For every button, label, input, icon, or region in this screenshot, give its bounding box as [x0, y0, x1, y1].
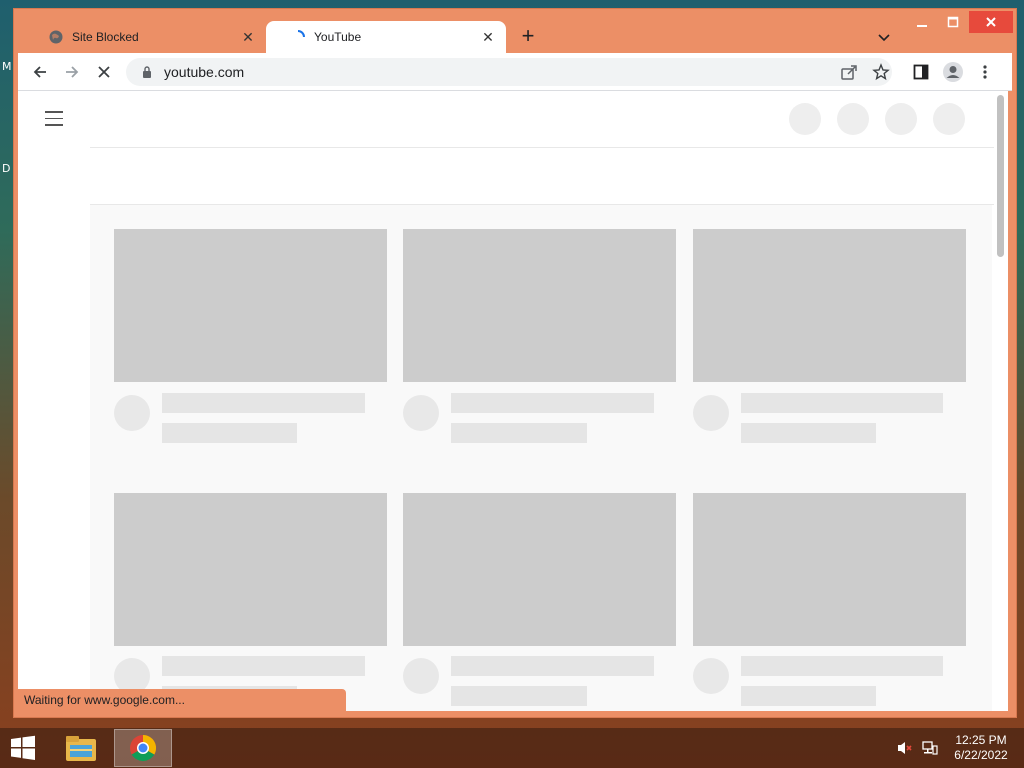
video-thumbnail-placeholder[interactable] — [403, 229, 676, 382]
arrow-left-icon — [33, 66, 46, 78]
title-placeholder — [162, 393, 365, 413]
arrow-right-icon — [66, 66, 79, 78]
channel-avatar-placeholder — [114, 395, 150, 431]
start-button[interactable] — [8, 735, 38, 761]
channel-avatar-placeholder — [693, 658, 729, 694]
maximize-button[interactable] — [938, 11, 968, 33]
share-button[interactable] — [837, 60, 861, 84]
globe-icon — [48, 29, 64, 45]
header-placeholder-circle — [885, 103, 917, 135]
more-vert-icon — [983, 65, 987, 79]
tab-search-chevron-icon[interactable] — [874, 27, 894, 47]
minimize-button[interactable] — [907, 11, 937, 33]
folder-icon — [66, 736, 96, 761]
meta-placeholder — [741, 423, 876, 443]
channel-avatar-placeholder — [403, 658, 439, 694]
new-tab-button[interactable]: + — [516, 25, 540, 49]
volume-muted-icon[interactable] — [896, 740, 914, 756]
stop-loading-button[interactable] — [92, 60, 116, 84]
status-bubble: Waiting for www.google.com... — [18, 689, 346, 711]
meta-placeholder — [451, 686, 587, 706]
taskbar-chrome[interactable] — [114, 729, 172, 767]
header-placeholder-circle — [789, 103, 821, 135]
header-placeholder-circle — [837, 103, 869, 135]
loading-spinner-icon — [290, 29, 306, 45]
url-text: youtube.com — [164, 64, 245, 80]
menu-kebab-button[interactable] — [973, 60, 997, 84]
video-thumbnail-placeholder[interactable] — [403, 493, 676, 646]
meta-placeholder — [741, 686, 876, 706]
close-window-button[interactable] — [969, 11, 1013, 33]
profile-button[interactable] — [941, 60, 965, 84]
video-thumbnail-placeholder[interactable] — [693, 229, 966, 382]
video-thumbnail-placeholder[interactable] — [114, 493, 387, 646]
hamburger-menu-icon[interactable] — [45, 111, 63, 126]
video-grid — [90, 205, 992, 711]
lock-icon — [140, 65, 154, 79]
title-placeholder — [741, 656, 943, 676]
page-content — [18, 91, 1008, 711]
stop-x-icon — [98, 66, 110, 78]
share-icon — [841, 65, 857, 80]
header-placeholder-circle — [933, 103, 965, 135]
chrome-icon — [130, 734, 157, 762]
title-placeholder — [451, 393, 654, 413]
desktop-label-fragment: M — [2, 60, 12, 73]
meta-placeholder — [451, 423, 587, 443]
taskbar: 12:25 PM 6/22/2022 — [0, 728, 1024, 768]
channel-avatar-placeholder — [693, 395, 729, 431]
header-divider — [90, 147, 1008, 148]
tab-title: Site Blocked — [72, 30, 139, 44]
side-panel-button[interactable] — [909, 60, 933, 84]
tab-title: YouTube — [314, 30, 362, 44]
back-button[interactable] — [28, 60, 52, 84]
video-thumbnail-placeholder[interactable] — [114, 229, 387, 382]
title-placeholder — [162, 656, 365, 676]
bookmark-button[interactable] — [869, 60, 893, 84]
meta-placeholder — [162, 423, 297, 443]
clock-date: 6/22/2022 — [954, 748, 1008, 762]
clock-time: 12:25 PM — [955, 733, 1007, 747]
desktop-label-fragment: D — [2, 162, 11, 175]
title-placeholder — [451, 656, 654, 676]
video-thumbnail-placeholder[interactable] — [693, 493, 966, 646]
vertical-scrollbar[interactable] — [994, 91, 1008, 711]
taskbar-file-explorer[interactable] — [52, 729, 110, 767]
tab-strip: Site Blocked ✕ YouTube ✕ + — [14, 9, 1016, 53]
tab-close-icon[interactable]: ✕ — [480, 29, 496, 45]
tab-youtube[interactable]: YouTube ✕ — [266, 21, 506, 53]
tab-site-blocked[interactable]: Site Blocked ✕ — [24, 21, 266, 53]
tab-close-icon[interactable]: ✕ — [240, 29, 256, 45]
windows-logo-icon — [11, 735, 35, 760]
network-icon[interactable] — [921, 740, 939, 756]
scrollbar-thumb[interactable] — [997, 95, 1004, 257]
browser-window: Site Blocked ✕ YouTube ✕ + youtube.com W… — [13, 8, 1017, 718]
channel-avatar-placeholder — [403, 395, 439, 431]
forward-button[interactable] — [60, 60, 84, 84]
side-panel-icon — [913, 64, 929, 80]
address-bar[interactable]: youtube.com — [126, 58, 892, 86]
star-icon — [872, 63, 890, 81]
profile-avatar-icon — [943, 62, 963, 82]
title-placeholder — [741, 393, 943, 413]
system-clock[interactable]: 12:25 PM 6/22/2022 — [946, 733, 1016, 763]
browser-toolbar: youtube.com — [18, 53, 1012, 91]
